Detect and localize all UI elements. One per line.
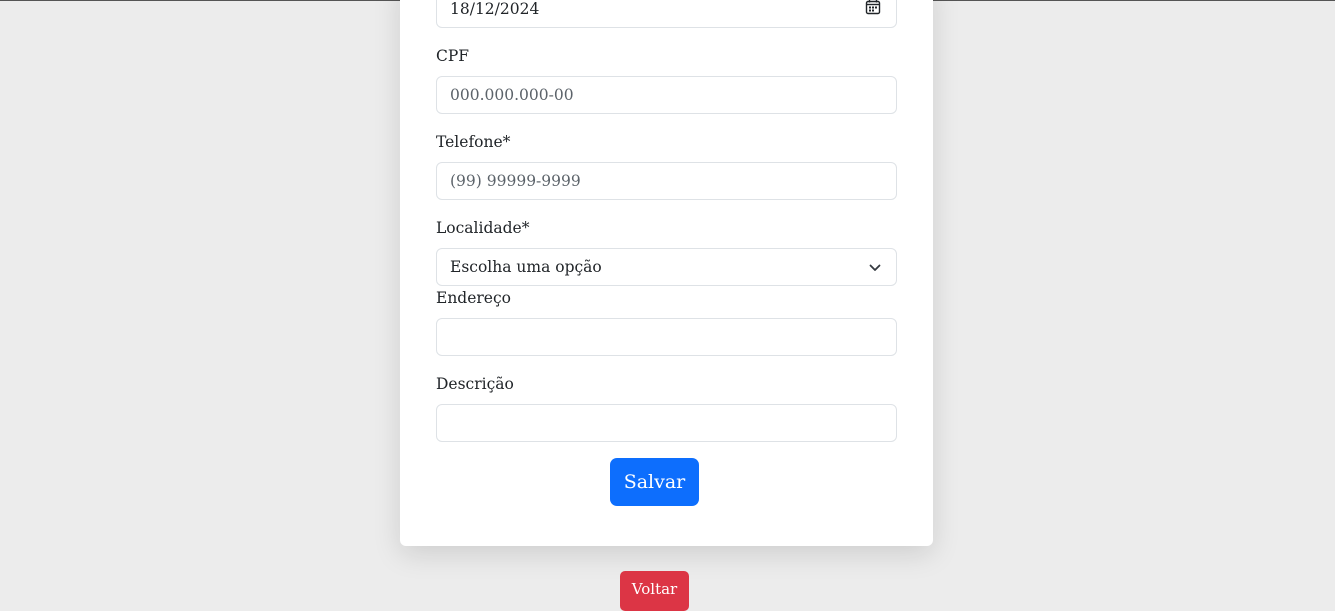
chevron-down-icon <box>869 264 881 271</box>
telefone-placeholder: (99) 99999-9999 <box>450 172 581 190</box>
endereco-label: Endereço <box>436 289 511 307</box>
telefone-label: Telefone* <box>436 133 511 151</box>
cpf-placeholder: 000.000.000-00 <box>450 86 574 104</box>
calendar-icon[interactable] <box>865 0 881 15</box>
date-value: 18/12/2024 <box>450 0 540 18</box>
date-input[interactable]: 18/12/2024 <box>436 0 897 28</box>
back-button[interactable]: Voltar <box>620 571 689 611</box>
telefone-input[interactable]: (99) 99999-9999 <box>436 162 897 200</box>
localidade-selected: Escolha uma opção <box>450 258 602 276</box>
descricao-label: Descrição <box>436 375 514 393</box>
cpf-label: CPF <box>436 47 470 65</box>
localidade-label: Localidade* <box>436 219 530 237</box>
localidade-select[interactable]: Escolha uma opção <box>436 248 897 286</box>
descricao-input[interactable] <box>436 404 897 442</box>
cpf-input[interactable]: 000.000.000-00 <box>436 76 897 114</box>
save-button[interactable]: Salvar <box>610 458 699 506</box>
endereco-input[interactable] <box>436 318 897 356</box>
